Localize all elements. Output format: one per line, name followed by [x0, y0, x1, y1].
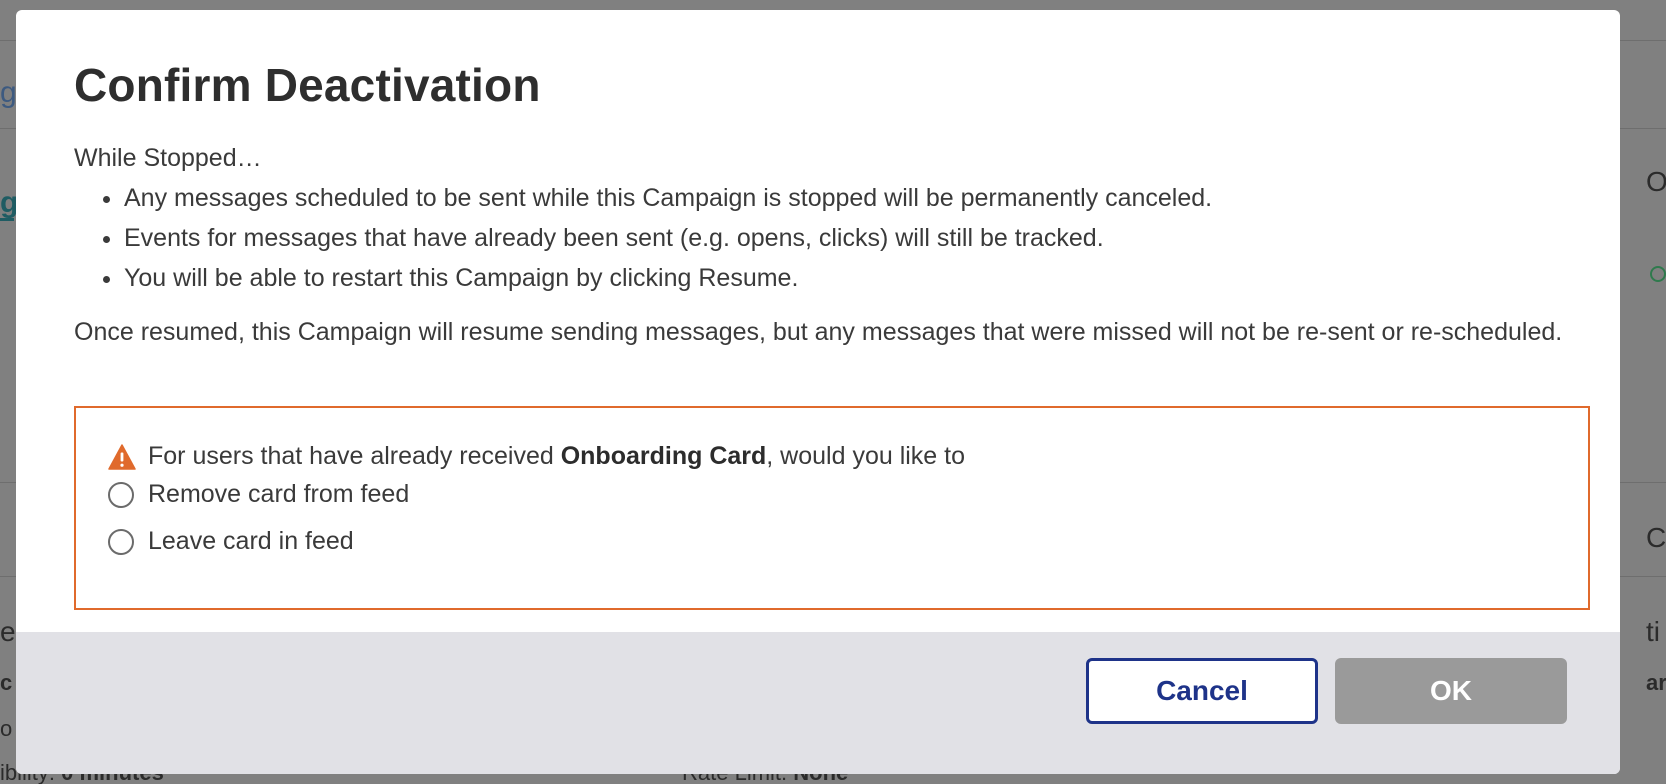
dialog-title: Confirm Deactivation	[74, 59, 541, 111]
warning-card-name: Onboarding Card	[560, 442, 767, 470]
dialog-intro: While Stopped…	[74, 144, 262, 172]
background-status-icon	[1650, 266, 1666, 282]
warning-suffix: , would you like to	[766, 442, 965, 470]
background-label-fragment: c	[0, 670, 13, 695]
background-text-fragment: o	[0, 716, 13, 741]
background-text-fragment: C	[1646, 522, 1666, 553]
background-tab-underline	[0, 218, 14, 221]
list-item: Events for messages that have already be…	[124, 218, 1594, 258]
warning-message: For users that have already received Onb…	[108, 442, 965, 471]
list-item: Any messages scheduled to be sent while …	[124, 178, 1594, 218]
confirm-deactivation-dialog: Confirm Deactivation While Stopped… Any …	[16, 10, 1620, 774]
dialog-bullet-list: Any messages scheduled to be sent while …	[74, 178, 1594, 298]
dialog-body: While Stopped… Any messages scheduled to…	[74, 138, 1594, 352]
background-text-fragment: O	[1646, 166, 1666, 197]
radio-option-remove-card[interactable]: Remove card from feed	[108, 480, 409, 509]
cancel-button[interactable]: Cancel	[1086, 658, 1318, 724]
radio-label-leave-card: Leave card in feed	[148, 527, 354, 555]
dialog-footer: Cancel OK	[16, 632, 1620, 774]
background-label-fragment: ar	[1646, 670, 1666, 695]
radio-button-remove-card[interactable]	[108, 481, 134, 508]
background-link-fragment: g	[0, 76, 17, 109]
list-item: You will be able to restart this Campaig…	[124, 258, 1594, 298]
warning-triangle-icon	[108, 443, 136, 470]
background-heading-fragment: ti	[1646, 616, 1660, 647]
card-feed-warning-box: For users that have already received Onb…	[74, 406, 1590, 610]
radio-label-remove-card: Remove card from feed	[148, 480, 410, 508]
ok-button[interactable]: OK	[1335, 658, 1567, 724]
dialog-resume-note: Once resumed, this Campaign will resume …	[74, 318, 1563, 346]
radio-option-leave-card[interactable]: Leave card in feed	[108, 527, 354, 556]
radio-button-leave-card[interactable]	[108, 528, 134, 555]
warning-prefix: For users that have already received	[148, 442, 554, 470]
